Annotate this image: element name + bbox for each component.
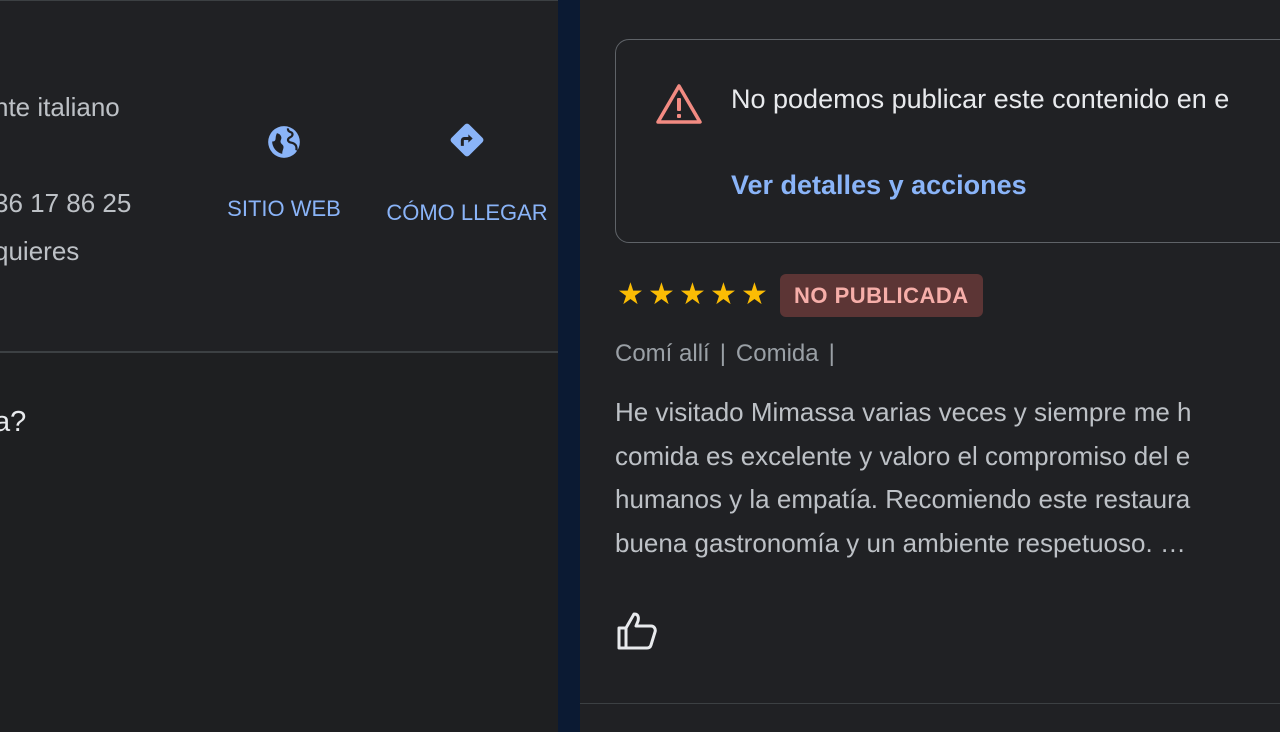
meta-separator: | — [719, 340, 726, 367]
review-line: humanos y la empatía. Recomiendo este re… — [615, 484, 1191, 514]
directions-label: CÓMO LLEGAR — [386, 200, 548, 225]
directions-icon — [447, 120, 487, 160]
warning-message: No podemos publicar este contenido en e — [731, 84, 1230, 114]
website-label: SITIO WEB — [227, 196, 341, 221]
website-button[interactable]: SITIO WEB — [224, 122, 344, 222]
globe-icon — [264, 122, 304, 162]
review-meta: Comí allí | Comida | — [615, 340, 845, 368]
lower-section — [0, 353, 558, 732]
star-icon: ★ — [741, 278, 768, 311]
directions-button[interactable]: CÓMO LLEGAR — [380, 120, 554, 226]
warning-box: No podemos publicar este contenido en e … — [615, 39, 1280, 243]
star-icon: ★ — [617, 278, 644, 311]
meta-dined: Comí allí — [615, 340, 710, 367]
star-icon: ★ — [679, 278, 706, 311]
thumbs-up-icon[interactable] — [615, 610, 659, 652]
star-rating: ★ ★ ★ ★ ★ — [615, 280, 770, 310]
status-badge: NO PUBLICADA — [780, 274, 983, 317]
review-line: comida es excelente y valoro el compromi… — [615, 440, 1191, 471]
meta-category: Comida — [735, 340, 819, 367]
meta-separator: | — [828, 340, 835, 367]
place-category: nte italiano — [0, 92, 120, 122]
review-line[interactable]: buena gastronomía y un ambiente respetuo… — [615, 522, 1280, 566]
star-icon: ★ — [710, 278, 737, 311]
review-divider — [580, 703, 1280, 704]
star-icon: ★ — [648, 278, 675, 311]
place-info-panel: nte italiano 36 17 86 25 quieres SITIO W… — [0, 0, 558, 732]
review-panel: No podemos publicar este contenido en e … — [580, 0, 1280, 732]
place-attribute-text: quieres — [0, 236, 80, 266]
section-question: a? — [0, 406, 27, 438]
place-phone[interactable]: 36 17 86 25 — [0, 188, 131, 219]
panel-separator — [558, 0, 580, 732]
warning-triangle-icon — [655, 82, 703, 126]
review-line: He visitado Mimassa varias veces y siemp… — [615, 397, 1192, 427]
view-details-link[interactable]: Ver detalles y acciones — [731, 170, 1027, 201]
review-body: He visitado Mimassa varias veces y siemp… — [615, 391, 1280, 565]
top-divider — [0, 0, 558, 1]
